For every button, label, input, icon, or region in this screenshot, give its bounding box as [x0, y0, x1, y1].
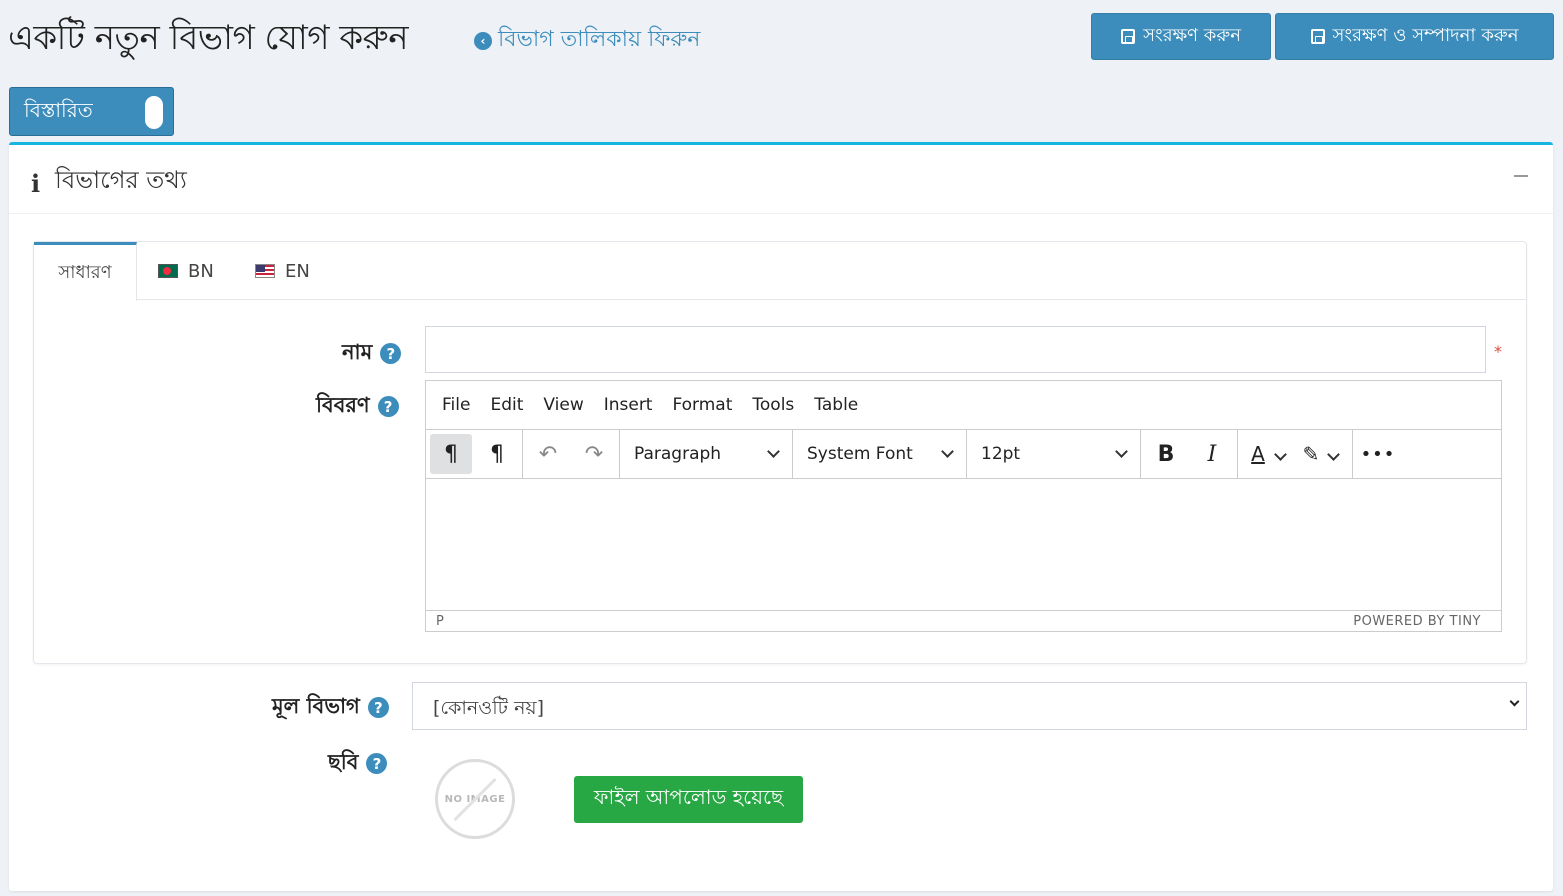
- parent-category-select[interactable]: [কোনওটি নয়]: [412, 682, 1527, 730]
- more-icon[interactable]: •••: [1357, 434, 1399, 474]
- rich-text-editor: File Edit View Insert Format Tools Table…: [425, 380, 1502, 632]
- no-image-text: NO IMAGE: [444, 793, 506, 805]
- editor-content-area[interactable]: [426, 479, 1501, 610]
- chevron-down-icon: [1509, 696, 1520, 707]
- chevron-down-icon: [941, 445, 954, 458]
- chevron-down-icon: [767, 445, 780, 458]
- no-image-placeholder: NO IMAGE: [435, 759, 515, 839]
- format-group: B I: [1141, 430, 1238, 478]
- save-button-label: সংরক্ষণ করুন: [1143, 25, 1241, 46]
- powered-by-label[interactable]: POWERED BY TINY: [1353, 614, 1481, 629]
- save-and-edit-button[interactable]: সংরক্ষণ ও সম্পাদনা করুন: [1275, 13, 1554, 60]
- highlight-color-icon[interactable]: ✎: [1295, 434, 1327, 474]
- font-size-value: 12pt: [981, 444, 1021, 464]
- help-icon[interactable]: ?: [380, 343, 402, 364]
- bold-icon[interactable]: B: [1145, 434, 1187, 474]
- parent-label-text: মূল বিভাগ: [272, 694, 360, 718]
- parent-category-value: [কোনওটি নয়]: [433, 697, 545, 719]
- info-icon: i: [31, 169, 41, 198]
- menu-view[interactable]: View: [533, 395, 593, 415]
- required-marker: *: [1494, 342, 1502, 361]
- picture-label: ছবি ?: [328, 746, 388, 781]
- toggle-label: বিস্তারিত: [24, 98, 93, 122]
- upload-file-button[interactable]: ফাইল আপলোড হয়েছে: [574, 776, 803, 823]
- tab-en-label: EN: [285, 260, 310, 282]
- rtl-direction-icon[interactable]: ¶: [430, 434, 472, 474]
- description-label: বিবরণ ?: [316, 389, 399, 424]
- italic-icon[interactable]: I: [1191, 434, 1233, 474]
- text-color-icon[interactable]: A: [1242, 434, 1274, 474]
- direction-group: ¶ ¶: [426, 430, 523, 478]
- block-format-select[interactable]: Paragraph: [620, 430, 793, 478]
- element-path: P: [436, 614, 444, 629]
- upload-button-label: ফাইল আপলোড হয়েছে: [593, 785, 784, 809]
- menu-file[interactable]: File: [432, 395, 480, 415]
- name-label: নাম ?: [342, 336, 402, 371]
- block-format-value: Paragraph: [634, 444, 722, 464]
- font-family-value: System Font: [807, 444, 913, 464]
- chevron-down-icon[interactable]: [1327, 447, 1340, 461]
- ltr-direction-icon[interactable]: ¶: [476, 434, 518, 474]
- collapse-icon[interactable]: [1514, 175, 1528, 177]
- name-input[interactable]: [425, 326, 1486, 373]
- tab-general-label: সাধারণ: [58, 261, 112, 283]
- font-size-select[interactable]: 12pt: [967, 430, 1141, 478]
- menu-table[interactable]: Table: [804, 395, 868, 415]
- card-header: i বিভাগের তথ্য: [9, 145, 1553, 214]
- floppy-disk-icon: [1121, 29, 1136, 44]
- card-title: বিভাগের তথ্য: [55, 166, 187, 194]
- color-group: A ✎: [1238, 430, 1353, 478]
- advanced-mode-toggle[interactable]: বিস্তারিত: [9, 87, 174, 136]
- bangladesh-flag-icon: [158, 264, 178, 278]
- editor-menubar: File Edit View Insert Format Tools Table: [426, 381, 1501, 429]
- tab-en[interactable]: EN: [255, 242, 310, 300]
- tab-bn[interactable]: BN: [158, 242, 214, 300]
- arrow-left-circle-icon: ‹: [474, 31, 492, 50]
- font-family-select[interactable]: System Font: [793, 430, 967, 478]
- toggle-knob: [145, 96, 163, 129]
- help-icon[interactable]: ?: [366, 753, 388, 774]
- editor-statusbar: P POWERED BY TINY: [426, 610, 1501, 632]
- menu-edit[interactable]: Edit: [480, 395, 533, 415]
- parent-category-label: মূল বিভাগ ?: [272, 690, 389, 725]
- localized-tabs: সাধারণ BN EN নাম ? * বিবরণ ? File Edit V…: [33, 241, 1527, 664]
- floppy-disk-icon: [1310, 29, 1325, 44]
- chevron-down-icon[interactable]: [1274, 447, 1287, 461]
- menu-insert[interactable]: Insert: [594, 395, 663, 415]
- picture-label-text: ছবি: [328, 750, 359, 774]
- save-edit-button-label: সংরক্ষণ ও সম্পাদনা করুন: [1332, 25, 1519, 46]
- tab-general[interactable]: সাধারণ: [34, 242, 137, 301]
- tab-bn-label: BN: [188, 260, 214, 282]
- name-label-text: নাম: [342, 340, 373, 364]
- menu-format[interactable]: Format: [662, 395, 742, 415]
- chevron-down-icon: [1115, 445, 1128, 458]
- help-icon[interactable]: ?: [367, 697, 389, 718]
- back-link-label: বিভাগ তালিকায় ফিরুন: [498, 27, 701, 52]
- us-flag-icon: [255, 264, 275, 278]
- history-group: ↶ ↷: [523, 430, 620, 478]
- menu-tools[interactable]: Tools: [742, 395, 804, 415]
- description-label-text: বিবরণ: [316, 393, 370, 417]
- page-title: একটি নতুন বিভাগ যোগ করুন: [8, 18, 409, 58]
- category-info-card: i বিভাগের তথ্য সাধারণ BN EN নাম ? * বিবর…: [9, 142, 1553, 891]
- back-to-list-link[interactable]: ‹ বিভাগ তালিকায় ফিরুন: [474, 22, 700, 59]
- editor-toolbar: ¶ ¶ ↶ ↷ Paragraph System Font 12pt B I A…: [426, 429, 1501, 479]
- tab-strip: সাধারণ BN EN: [34, 242, 1526, 301]
- help-icon[interactable]: ?: [377, 396, 399, 417]
- undo-icon[interactable]: ↶: [527, 434, 569, 474]
- save-button[interactable]: সংরক্ষণ করুন: [1091, 13, 1271, 60]
- redo-icon[interactable]: ↷: [573, 434, 615, 474]
